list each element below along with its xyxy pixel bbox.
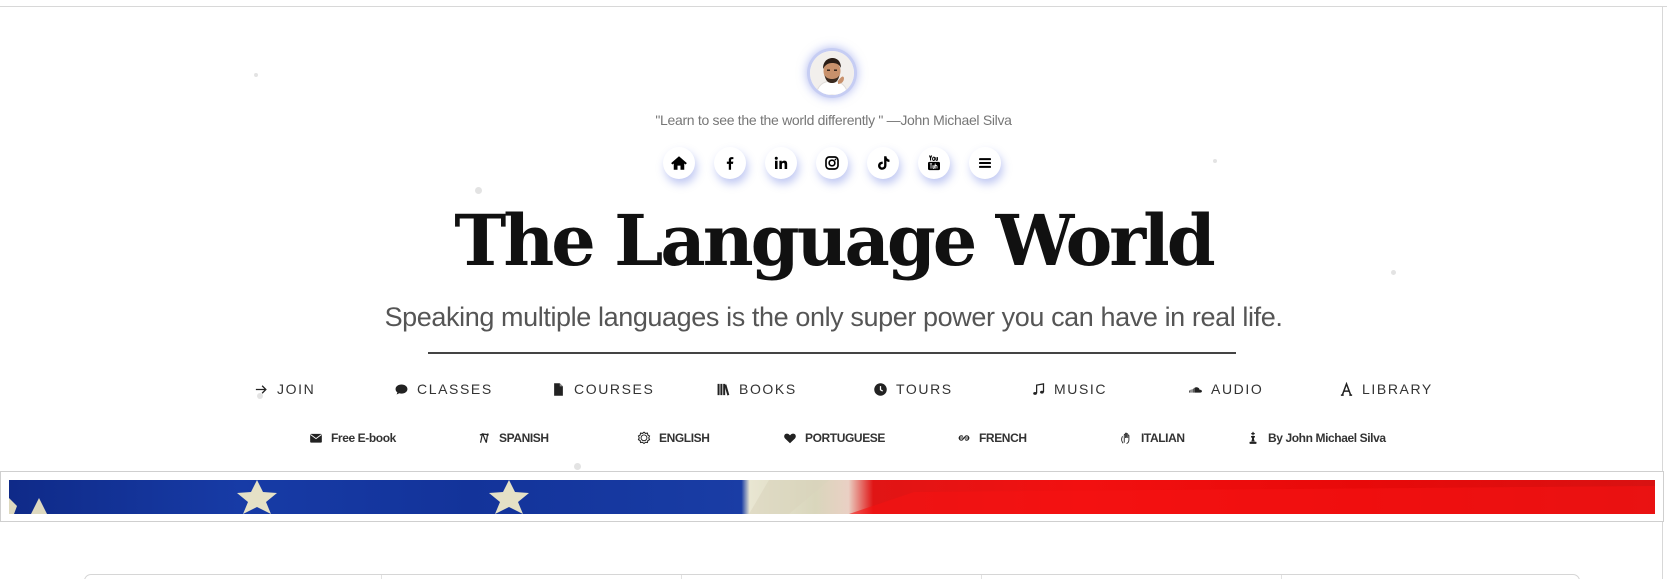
- decor-dot: [574, 463, 581, 470]
- tagline-divider: [428, 352, 1236, 354]
- nav-courses-label: COURSES: [574, 381, 655, 397]
- nav-tours-label: TOURS: [896, 381, 953, 397]
- badge-icon: [637, 431, 651, 445]
- chess-king-icon: [1249, 431, 1257, 444]
- decor-dot: [254, 73, 258, 77]
- nav-italian-label: ITALIAN: [1141, 431, 1185, 445]
- youtube-button[interactable]: [918, 147, 950, 179]
- site-title: The Language World: [454, 199, 1215, 282]
- card-divider: [681, 575, 682, 579]
- arrow-right-icon: [255, 384, 267, 394]
- nav-books-label: BOOKS: [739, 381, 797, 397]
- nav-books[interactable]: BOOKS: [716, 378, 797, 400]
- social-links: [659, 147, 1009, 181]
- card-divider: [1281, 575, 1282, 579]
- content-card-strip: [84, 574, 1580, 579]
- nav-english-label: ENGLISH: [659, 431, 710, 445]
- nav-spanish[interactable]: SPANISH: [477, 428, 549, 448]
- profile-quote: "Learn to see the the world differently …: [655, 112, 1012, 128]
- soundcloud-icon: [1189, 386, 1202, 393]
- nav-free-ebook-label: Free E-book: [331, 431, 396, 445]
- spanish-glyph-icon: [479, 433, 489, 443]
- nav-join[interactable]: JOIN: [254, 378, 315, 400]
- site-tagline: Speaking multiple languages is the only …: [384, 302, 1283, 332]
- nav-classes[interactable]: CLASSES: [394, 378, 493, 400]
- decor-dot: [475, 187, 482, 194]
- french-glyph-icon: [958, 435, 970, 441]
- facebook-button[interactable]: [714, 147, 746, 179]
- font-letter-icon: [1340, 381, 1353, 396]
- secondary-nav: Free E-book SPANISH ENGLISH PORTUGUESE F…: [0, 428, 1667, 450]
- nav-free-ebook[interactable]: Free E-book: [309, 428, 396, 448]
- nav-courses[interactable]: COURSES: [551, 378, 654, 400]
- books-icon: [717, 383, 730, 395]
- nav-audio-label: AUDIO: [1211, 381, 1264, 397]
- card-divider: [381, 575, 382, 579]
- nav-author-label: By John Michael Silva: [1268, 431, 1386, 445]
- nav-classes-label: CLASSES: [417, 381, 493, 397]
- nav-music-label: MUSIC: [1054, 381, 1108, 397]
- nav-music[interactable]: MUSIC: [1031, 378, 1107, 400]
- nav-italian[interactable]: ITALIAN: [1119, 428, 1185, 448]
- linkedin-icon: [774, 156, 788, 169]
- avatar-portrait-icon: [810, 51, 854, 95]
- nav-spanish-label: SPANISH: [499, 431, 549, 445]
- flag-banner-frame: [0, 471, 1664, 522]
- nav-portuguese-label: PORTUGUESE: [805, 431, 886, 445]
- clock-icon: [874, 382, 887, 396]
- nav-portuguese[interactable]: PORTUGUESE: [783, 428, 885, 448]
- menu-button[interactable]: [969, 147, 1001, 179]
- instagram-button[interactable]: [816, 147, 848, 179]
- nav-english[interactable]: ENGLISH: [637, 428, 710, 448]
- hand-icon: [1121, 432, 1130, 444]
- home-button[interactable]: [663, 147, 695, 179]
- nav-audio[interactable]: AUDIO: [1188, 378, 1263, 400]
- facebook-icon: [726, 157, 734, 170]
- card-divider: [981, 575, 982, 579]
- nav-library[interactable]: LIBRARY: [1339, 378, 1433, 400]
- nav-library-label: LIBRARY: [1362, 381, 1433, 397]
- top-border: [0, 6, 1667, 7]
- nav-french-label: FRENCH: [979, 431, 1027, 445]
- hamburger-menu-icon: [979, 158, 991, 168]
- music-note-icon: [1033, 382, 1045, 395]
- home-icon: [671, 156, 687, 170]
- tiktok-button[interactable]: [867, 147, 899, 179]
- author-avatar[interactable]: [810, 51, 854, 95]
- envelope-icon: [310, 433, 322, 443]
- youtube-icon: [928, 155, 940, 171]
- nav-join-label: JOIN: [277, 381, 316, 397]
- file-icon: [554, 382, 563, 396]
- flag-stars-icon: [9, 480, 1655, 514]
- flag-banner-image: [9, 480, 1655, 514]
- chat-bubble-icon: [395, 384, 408, 394]
- nav-french[interactable]: FRENCH: [957, 428, 1027, 448]
- primary-nav: JOIN CLASSES COURSES BOOKS TOURS MUSIC A…: [0, 378, 1667, 402]
- linkedin-button[interactable]: [765, 147, 797, 179]
- heart-icon: [784, 433, 796, 444]
- nav-tours[interactable]: TOURS: [873, 378, 953, 400]
- nav-author[interactable]: By John Michael Silva: [1246, 428, 1386, 448]
- decor-dot: [1213, 159, 1217, 163]
- tiktok-icon: [878, 156, 890, 170]
- instagram-icon: [825, 156, 839, 170]
